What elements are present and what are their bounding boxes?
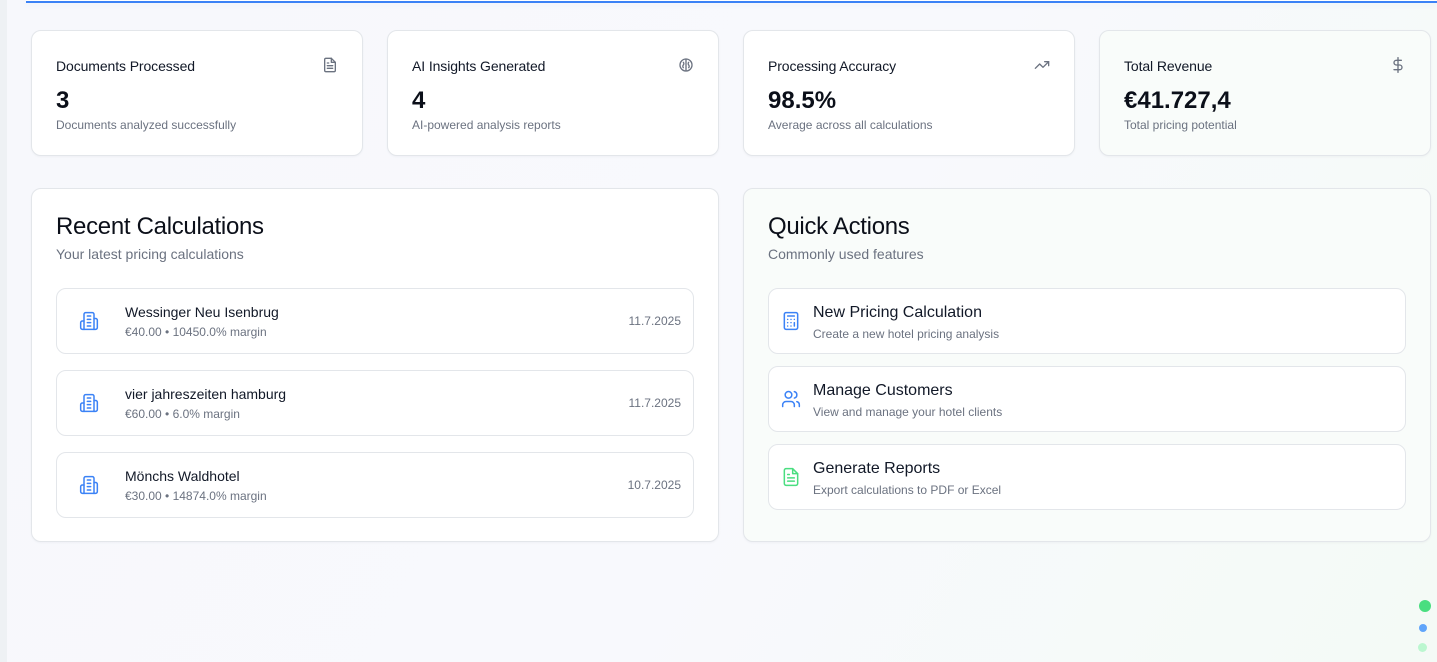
calculation-date: 10.7.2025 [627, 478, 681, 492]
stat-value: 98.5% [768, 87, 837, 114]
action-description: View and manage your hotel clients [813, 405, 1003, 419]
calculation-date: 11.7.2025 [628, 396, 682, 410]
building-icon [79, 475, 99, 495]
stat-description: Documents analyzed successfully [56, 118, 237, 132]
panel-subtitle: Commonly used features [768, 246, 924, 262]
calculation-hotel-name: Wessinger Neu Isenbrug [125, 304, 279, 320]
calculation-hotel-name: Mönchs Waldhotel [125, 468, 240, 484]
stat-label: Processing Accuracy [768, 58, 897, 74]
stat-value: 3 [56, 87, 70, 114]
calculation-item[interactable]: Wessinger Neu Isenbrug €40.00 • 10450.0%… [56, 288, 694, 354]
recent-calculations-panel: Recent Calculations Your latest pricing … [31, 188, 719, 542]
stat-description: AI-powered analysis reports [412, 118, 561, 132]
action-title: Manage Customers [813, 382, 953, 399]
calculation-date: 11.7.2025 [628, 314, 682, 328]
calculation-meta: €30.00 • 14874.0% margin [125, 489, 267, 503]
decorative-dot-blue [1419, 624, 1427, 632]
dollar-icon [1393, 57, 1403, 73]
calculation-hotel-name: vier jahreszeiten hamburg [125, 386, 287, 402]
manage-customers-button[interactable]: Manage Customers View and manage your ho… [768, 366, 1406, 432]
calculator-icon [783, 311, 799, 331]
calculation-item[interactable]: vier jahreszeiten hamburg €60.00 • 6.0% … [56, 370, 694, 436]
stat-description: Average across all calculations [768, 118, 933, 132]
stat-label: AI Insights Generated [412, 58, 546, 74]
users-icon [781, 390, 801, 408]
header-bar [26, 0, 1437, 3]
quick-actions-panel: Quick Actions Commonly used features New… [743, 188, 1431, 542]
generate-reports-button[interactable]: Generate Reports Export calculations to … [768, 444, 1406, 510]
stat-card-documents: Documents Processed 3 Documents analyzed… [31, 30, 363, 156]
decorative-dot-light-green [1418, 643, 1427, 652]
trending-up-icon [1034, 61, 1050, 69]
stat-label: Documents Processed [56, 58, 195, 74]
building-icon [79, 393, 99, 413]
stat-description: Total pricing potential [1124, 118, 1237, 132]
stat-card-accuracy: Processing Accuracy 98.5% Average across… [743, 30, 1075, 156]
panel-subtitle: Your latest pricing calculations [56, 246, 244, 262]
stat-card-ai-insights: AI Insights Generated 4 AI-powered analy… [387, 30, 719, 156]
building-icon [79, 311, 99, 331]
stat-value: €41.727,4 [1124, 87, 1231, 114]
action-description: Create a new hotel pricing analysis [813, 327, 1000, 341]
file-report-icon [783, 467, 799, 487]
file-text-icon [324, 57, 336, 73]
calculation-meta: €60.00 • 6.0% margin [125, 407, 240, 421]
calculation-meta: €40.00 • 10450.0% margin [125, 325, 267, 339]
action-title: Generate Reports [813, 460, 941, 477]
calculation-item[interactable]: Mönchs Waldhotel €30.00 • 14874.0% margi… [56, 452, 694, 518]
sidebar-edge [0, 0, 7, 662]
stat-card-revenue: Total Revenue €41.727,4 Total pricing po… [1099, 30, 1431, 156]
panel-title: Quick Actions [768, 213, 910, 240]
decorative-dot-green [1419, 600, 1431, 612]
stat-value: 4 [412, 87, 426, 114]
action-description: Export calculations to PDF or Excel [813, 483, 1002, 497]
panel-title: Recent Calculations [56, 213, 264, 240]
brain-icon [679, 58, 693, 72]
new-pricing-calculation-button[interactable]: New Pricing Calculation Create a new hot… [768, 288, 1406, 354]
stat-label: Total Revenue [1124, 58, 1213, 74]
action-title: New Pricing Calculation [813, 304, 982, 321]
